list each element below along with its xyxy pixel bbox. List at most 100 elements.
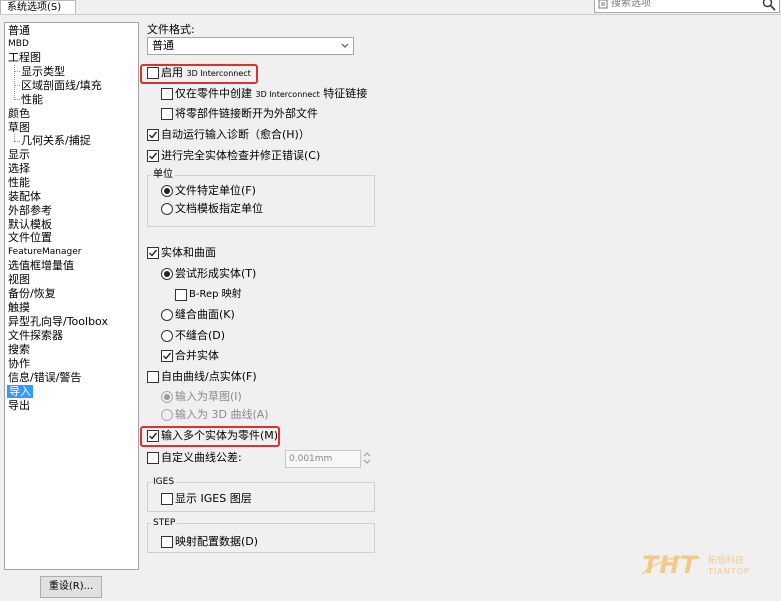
brep-map-checkbox[interactable]: B-Rep 映射 bbox=[175, 288, 255, 302]
tree-item-import[interactable]: 导入 bbox=[7, 385, 33, 398]
merge-solid-checkbox[interactable]: 合并实体 bbox=[161, 349, 251, 363]
tree-connector bbox=[14, 134, 15, 141]
tree-item-backup-recover[interactable]: 备份/恢复 bbox=[8, 287, 56, 300]
map-config-data-label: 映射配置数据(D) bbox=[175, 535, 259, 548]
tree-item-display-style[interactable]: 显示类型 bbox=[21, 65, 65, 78]
file-format-select[interactable]: 普通 bbox=[147, 37, 354, 55]
knit-surface-label: 缝合曲面(K) bbox=[175, 308, 235, 321]
checkbox-box[interactable] bbox=[175, 289, 187, 301]
radio-circle[interactable] bbox=[161, 409, 173, 421]
checkbox-box[interactable] bbox=[161, 493, 173, 505]
file-format-label: 文件格式: bbox=[147, 23, 195, 36]
map-config-data-checkbox[interactable]: 映射配置数据(D) bbox=[161, 535, 261, 549]
multi-body-as-parts-checkbox[interactable]: 输入多个实体为零件(M) bbox=[147, 429, 278, 443]
checkbox-box[interactable] bbox=[161, 536, 173, 548]
tree-item-general[interactable]: 普通 bbox=[8, 24, 30, 37]
tree-item-performance[interactable]: 性能 bbox=[8, 176, 30, 189]
spinner-arrows-icon[interactable] bbox=[361, 450, 373, 466]
chevron-down-icon bbox=[341, 43, 349, 48]
try-form-solid-label: 尝试形成实体(T) bbox=[175, 267, 257, 280]
search-input[interactable]: 搜索选项 bbox=[594, 0, 780, 13]
brep-map-label: B-Rep 映射 bbox=[189, 289, 242, 300]
tree-item-search[interactable]: 搜索 bbox=[8, 343, 30, 356]
radio-circle[interactable] bbox=[161, 185, 173, 197]
break-link-checkbox[interactable]: 将零部件链接断开为外部文件 bbox=[161, 107, 331, 121]
radio-circle[interactable] bbox=[161, 391, 173, 403]
tree-item-file-locations[interactable]: 文件位置 bbox=[8, 231, 52, 244]
check-icon bbox=[149, 131, 158, 139]
options-tree[interactable]: 普通 MBD 工程图 显示类型 区域剖面线/填充 性能 颜色 草图 几何关系/捕… bbox=[4, 22, 139, 570]
no-knit-radio[interactable]: 不缝合(D) bbox=[161, 329, 261, 343]
tree-item-drawing-performance[interactable]: 性能 bbox=[21, 93, 43, 106]
tree-item-export[interactable]: 导出 bbox=[8, 399, 30, 412]
merge-solid-label: 合并实体 bbox=[175, 349, 219, 362]
tree-item-area-hatch[interactable]: 区域剖面线/填充 bbox=[21, 79, 102, 92]
tree-item-hole-wizard-toolbox[interactable]: 异型孔向导/Toolbox bbox=[8, 315, 108, 328]
tree-item-spin-box-increments[interactable]: 选值框增量值 bbox=[8, 259, 74, 272]
checkbox-box[interactable] bbox=[147, 371, 159, 383]
solids-surfaces-checkbox[interactable]: 实体和曲面 bbox=[147, 246, 227, 260]
free-curves-checkbox[interactable]: 自由曲线/点实体(F) bbox=[147, 370, 262, 384]
checkbox-box[interactable] bbox=[161, 88, 173, 100]
tree-item-sketch[interactable]: 草图 bbox=[8, 121, 30, 134]
tree-item-colors[interactable]: 颜色 bbox=[8, 107, 30, 120]
tree-item-featuremanager[interactable]: FeatureManager bbox=[8, 246, 81, 259]
tree-item-selection[interactable]: 选择 bbox=[8, 162, 30, 175]
auto-diagnosis-checkbox[interactable]: 自动运行输入诊断（愈合(H)） bbox=[147, 128, 310, 142]
import-as-sketch-label: 输入为草图(I) bbox=[175, 390, 242, 403]
tree-item-relations-snaps[interactable]: 几何关系/捕捉 bbox=[21, 134, 91, 147]
tree-item-external-references[interactable]: 外部参考 bbox=[8, 204, 52, 217]
checkbox-box[interactable] bbox=[147, 430, 159, 442]
checkbox-box[interactable] bbox=[161, 350, 173, 362]
radio-circle[interactable] bbox=[161, 268, 173, 280]
unit-template-radio[interactable]: 文档模板指定单位 bbox=[161, 202, 271, 216]
tree-item-collaboration[interactable]: 协作 bbox=[8, 357, 30, 370]
search-scope-icon bbox=[598, 0, 608, 9]
show-iges-layers-checkbox[interactable]: 显示 IGES 图层 bbox=[161, 492, 252, 506]
tree-item-default-templates[interactable]: 默认模板 bbox=[8, 218, 52, 231]
units-group bbox=[147, 175, 375, 227]
no-knit-label: 不缝合(D) bbox=[175, 329, 226, 342]
checkbox-box[interactable] bbox=[161, 108, 173, 120]
custom-tolerance-checkbox[interactable]: 自定义曲线公差: bbox=[147, 451, 272, 465]
tree-item-file-explorer[interactable]: 文件探索器 bbox=[8, 329, 63, 342]
radio-circle[interactable] bbox=[161, 203, 173, 215]
full-check-checkbox[interactable]: 进行完全实体检查并修正错误(C) bbox=[147, 149, 320, 163]
radio-circle[interactable] bbox=[161, 309, 173, 321]
tree-item-view[interactable]: 视图 bbox=[8, 273, 30, 286]
checkbox-box[interactable] bbox=[147, 452, 159, 464]
label-part-a: 仅在零件中创建 bbox=[175, 87, 252, 100]
enable-3d-interconnect-checkbox[interactable]: 启用 3D Interconnect bbox=[147, 66, 252, 80]
system-options-tab[interactable]: 系统选项(S) bbox=[0, 0, 76, 14]
radio-dot bbox=[164, 271, 170, 277]
tree-item-touch[interactable]: 触摸 bbox=[8, 301, 30, 314]
tree-item-drawings[interactable]: 工程图 bbox=[8, 51, 41, 64]
try-form-solid-radio[interactable]: 尝试形成实体(T) bbox=[161, 267, 261, 281]
tree-connector bbox=[14, 85, 20, 86]
file-format-value: 普通 bbox=[152, 39, 174, 52]
reset-button[interactable]: 重设(R)... bbox=[40, 576, 102, 598]
tree-item-mbd[interactable]: MBD bbox=[8, 38, 29, 51]
tree-item-assemblies[interactable]: 装配体 bbox=[8, 190, 41, 203]
tree-connector bbox=[14, 71, 20, 72]
import-as-sketch-radio[interactable]: 输入为草图(I) bbox=[161, 390, 251, 404]
knit-surface-radio[interactable]: 缝合曲面(K) bbox=[161, 308, 261, 322]
tab-divider bbox=[0, 14, 781, 15]
tree-item-display[interactable]: 显示 bbox=[8, 148, 30, 161]
radio-circle[interactable] bbox=[161, 330, 173, 342]
search-icon[interactable] bbox=[762, 0, 776, 11]
checkbox-box[interactable] bbox=[147, 247, 159, 259]
checkbox-box[interactable] bbox=[147, 129, 159, 141]
check-icon bbox=[149, 152, 158, 160]
import-as-3d-curve-radio[interactable]: 输入为 3D 曲线(A) bbox=[161, 408, 271, 422]
check-icon bbox=[149, 432, 158, 440]
show-iges-layers-label: 显示 IGES 图层 bbox=[175, 492, 252, 505]
units-group-title: 单位 bbox=[151, 169, 175, 181]
unit-template-label: 文档模板指定单位 bbox=[175, 202, 263, 215]
checkbox-box[interactable] bbox=[147, 150, 159, 162]
checkbox-box[interactable] bbox=[147, 67, 159, 79]
tolerance-input[interactable]: 0.001mm bbox=[285, 450, 361, 468]
tree-item-messages-errors-warnings[interactable]: 信息/错误/警告 bbox=[8, 371, 81, 384]
unit-file-specific-radio[interactable]: 文件特定单位(F) bbox=[161, 184, 261, 198]
only-in-part-checkbox[interactable]: 仅在零件中创建 3D Interconnect 特征链接 bbox=[161, 87, 371, 101]
